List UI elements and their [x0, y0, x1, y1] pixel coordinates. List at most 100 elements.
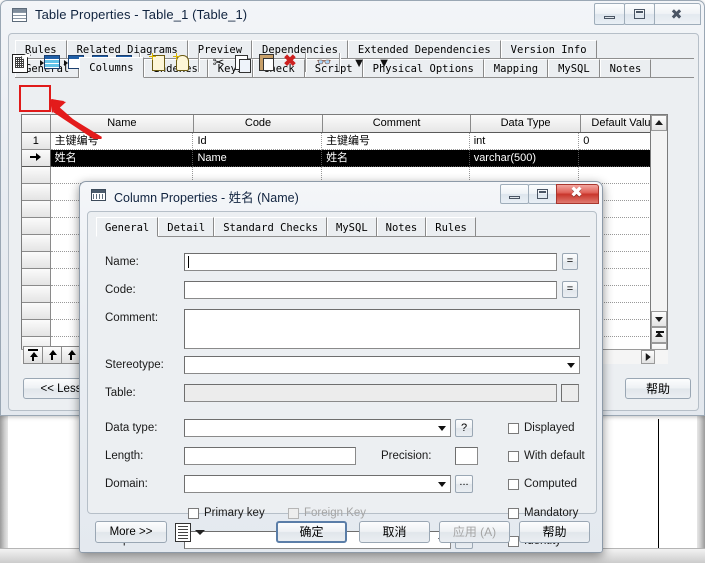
- computed-label: Computed: [524, 478, 578, 490]
- move-up-one-button[interactable]: [62, 347, 80, 363]
- name-input[interactable]: [184, 253, 557, 271]
- dialog-close-button[interactable]: ✖: [556, 184, 599, 204]
- row-index: [22, 167, 51, 184]
- domain-browse-button[interactable]: ...: [455, 475, 473, 493]
- length-input[interactable]: [184, 447, 356, 465]
- scroll-right-button[interactable]: [641, 350, 655, 364]
- length-label: Length:: [105, 450, 144, 462]
- delete-icon: ✖: [283, 53, 297, 70]
- toolbar-separator-4: [339, 53, 341, 72]
- grid-header-row: Name Code Comment Data Type Default Valu…: [22, 115, 667, 133]
- cell-comment[interactable]: 姓名: [322, 150, 470, 167]
- domain-label: Domain:: [105, 478, 148, 490]
- cell-code[interactable]: Name: [193, 150, 323, 167]
- dialog-tab-mysql[interactable]: MySQL: [327, 217, 377, 237]
- dialog-tab-general[interactable]: General: [96, 217, 159, 237]
- grid-vertical-scrollbar[interactable]: [650, 114, 668, 364]
- table-row[interactable]: 1 主键编号 Id 主键编号 int 0: [22, 133, 667, 150]
- new-wizard-icon: [149, 53, 165, 71]
- checkbox-box: [508, 479, 519, 490]
- stereotype-dropdown-arrow[interactable]: [563, 357, 578, 372]
- domain-combo[interactable]: [184, 475, 451, 493]
- code-equal-button[interactable]: =: [562, 281, 578, 298]
- more-button[interactable]: More >>: [95, 521, 167, 543]
- grid-header-code[interactable]: Code: [194, 115, 324, 132]
- copy-button[interactable]: [230, 51, 254, 74]
- name-equal-button[interactable]: =: [562, 253, 578, 270]
- dialog-tab-detail[interactable]: Detail: [158, 217, 215, 237]
- apply-filter-button[interactable]: ▼: [372, 51, 396, 74]
- move-up-button[interactable]: [43, 347, 62, 363]
- domain-dropdown-arrow[interactable]: [434, 476, 449, 491]
- close-button[interactable]: ✖: [654, 3, 701, 25]
- customize-filter-button[interactable]: ▼: [347, 51, 371, 74]
- scroll-down-button[interactable]: [651, 311, 667, 327]
- apply-button: 应用 (A): [439, 521, 510, 543]
- cell-data-type[interactable]: int: [469, 133, 580, 150]
- create-object-button[interactable]: [146, 51, 170, 74]
- minimize-button[interactable]: [594, 3, 625, 25]
- cancel-button[interactable]: 取消: [359, 521, 430, 543]
- main-help-button[interactable]: 帮助: [625, 378, 691, 399]
- dialog-tab-row: General Detail Standard Checks MySQL Not…: [96, 217, 476, 237]
- data-type-combo[interactable]: [184, 419, 451, 437]
- dialog-help-button[interactable]: 帮助: [519, 521, 590, 543]
- dialog-tab-notes[interactable]: Notes: [376, 217, 427, 237]
- maximize-icon: [537, 189, 548, 199]
- background-vertical-line: [658, 419, 659, 548]
- move-to-top-button[interactable]: [24, 347, 43, 363]
- dialog-window-controls: ✖: [500, 184, 599, 204]
- comment-textarea[interactable]: [184, 309, 580, 349]
- precision-label: Precision:: [381, 450, 432, 462]
- data-type-help-button[interactable]: ?: [455, 419, 473, 437]
- table-row[interactable]: 姓名 Name 姓名 varchar(500): [22, 150, 667, 167]
- cell-data-type[interactable]: varchar(500): [469, 150, 580, 167]
- precision-input[interactable]: [455, 447, 478, 465]
- chevron-down-icon: [655, 317, 663, 322]
- text-caret: [188, 256, 189, 268]
- dialog-title: Column Properties - 姓名 (Name): [114, 191, 299, 205]
- dialog-titlebar[interactable]: Column Properties - 姓名 (Name) ✖: [80, 182, 602, 211]
- tab-columns[interactable]: Columns: [79, 57, 144, 78]
- cell-code[interactable]: Id: [193, 133, 323, 150]
- grid-header-comment[interactable]: Comment: [323, 115, 472, 132]
- dialog-tab-rules[interactable]: Rules: [426, 217, 476, 237]
- cell-name[interactable]: 姓名: [50, 150, 194, 167]
- dialog-tab-standard-checks[interactable]: Standard Checks: [214, 217, 328, 237]
- stereotype-combo[interactable]: [184, 356, 580, 374]
- cut-button[interactable]: ✂: [206, 51, 230, 74]
- dialog-maximize-button[interactable]: [528, 184, 557, 204]
- row-index: [22, 252, 51, 269]
- background-right-edge: [697, 412, 705, 548]
- maximize-button[interactable]: [624, 3, 655, 25]
- row-index: [22, 218, 51, 235]
- main-titlebar[interactable]: Table Properties - Table_1 (Table_1) ✖: [1, 1, 704, 30]
- scroll-top-button[interactable]: [651, 327, 667, 343]
- ok-button[interactable]: 确定: [276, 521, 347, 543]
- cell-comment[interactable]: 主键编号: [322, 133, 470, 150]
- dialog-minimize-button[interactable]: [500, 184, 529, 204]
- column-properties-dialog: Column Properties - 姓名 (Name) ✖ General …: [79, 181, 603, 553]
- paste-button[interactable]: [254, 51, 278, 74]
- toolbar-separator-3: [305, 53, 307, 72]
- row-index: [22, 320, 51, 337]
- with-default-label: With default: [524, 450, 585, 462]
- chevron-right-icon: [645, 353, 651, 361]
- scroll-track[interactable]: [651, 131, 667, 327]
- grid-header-data-type[interactable]: Data Type: [471, 115, 582, 132]
- background-left-edge: [0, 412, 8, 563]
- help-wizard-icon: [173, 53, 189, 71]
- properties-button[interactable]: [8, 51, 32, 74]
- dialog-footer: More >> 确定 取消 应用 (A) 帮助: [87, 518, 597, 548]
- insert-row-button[interactable]: [40, 51, 64, 74]
- scroll-up-button[interactable]: [651, 115, 667, 131]
- chevron-down-icon[interactable]: [195, 530, 205, 535]
- find-button[interactable]: 👓: [312, 51, 336, 74]
- wizard-button[interactable]: [170, 51, 194, 74]
- data-type-dropdown-arrow[interactable]: [434, 420, 449, 435]
- comment-label: Comment:: [105, 312, 159, 324]
- list-icon[interactable]: [175, 523, 191, 542]
- code-input[interactable]: [184, 281, 557, 299]
- delete-button[interactable]: ✖: [278, 51, 302, 74]
- row-order-buttons: [23, 346, 81, 364]
